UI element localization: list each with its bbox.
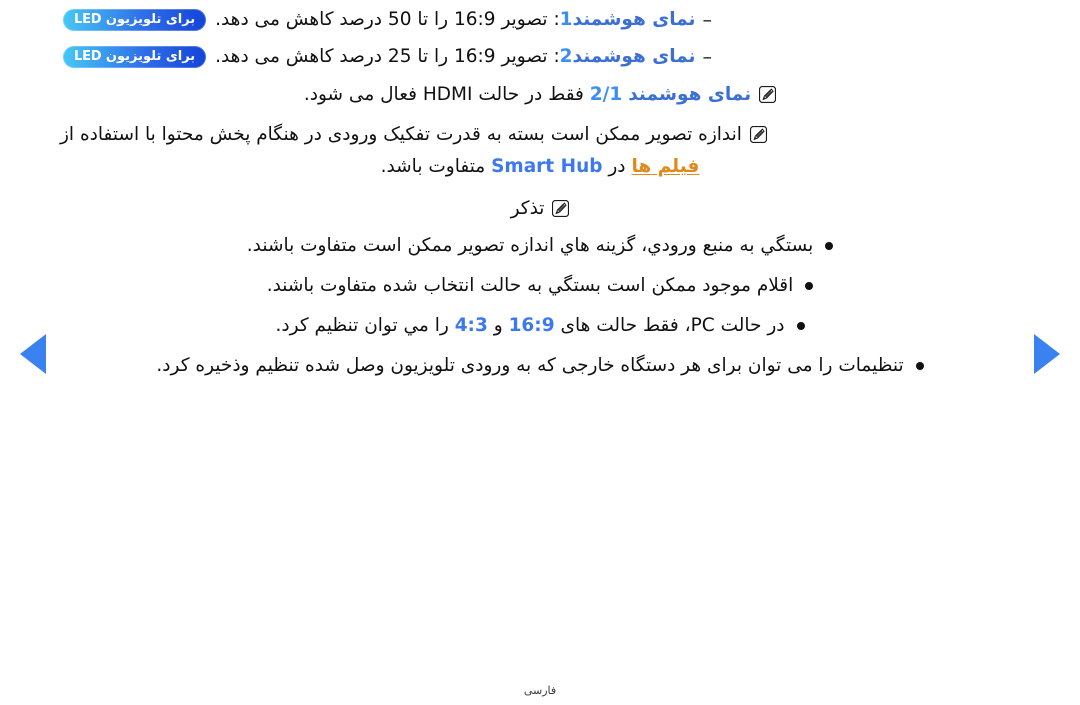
smart-view-2-percent: 25 [387, 46, 412, 67]
list-item: بستگي به منبع ورودي، گزينه هاي اندازه تص… [60, 232, 1020, 259]
resolution-note-row: اندازه تصویر ممکن است بسته به قدرت تفکیک… [60, 120, 1020, 150]
dash-marker-icon: – [702, 9, 713, 31]
smart-hub-line: فیلم ها در Smart Hub متفاوت باشد. [60, 152, 1020, 182]
footer-language-label: فارسی [523, 684, 557, 697]
next-page-arrow-icon[interactable] [1034, 334, 1060, 374]
list-item: تنظیمات را می توان برای هر دستگاه خارجی … [60, 352, 1020, 379]
note-pencil-icon [552, 200, 570, 217]
pc-conj: و [493, 315, 503, 336]
note-pencil-icon [749, 126, 767, 143]
smart-view-2-label: نمای هوشمند [572, 46, 696, 67]
bullet-text-pc-mode: در حالت PC، فقط حالت های 16:9 و 4:3 را م… [276, 312, 785, 339]
dash-marker-icon: – [702, 46, 713, 68]
smart-view-2-ratio: 16:9 [454, 46, 496, 67]
notes-bullet-list: بستگي به منبع ورودي، گزينه هاي اندازه تص… [60, 232, 1020, 379]
page-content: – نمای هوشمند1: تصویر 16:9 را تا 50 درصد… [0, 0, 1080, 392]
hdmi-note-number: 2/1 [589, 84, 623, 105]
led-tv-badge: برای تلویزیون LED [63, 9, 207, 31]
smart-hub-label: Smart Hub [491, 156, 603, 177]
smart-view-2-text: نمای هوشمند2: تصویر 16:9 را تا 25 درصد ک… [60, 43, 696, 71]
led-badge-led: LED [74, 49, 102, 64]
list-item: در حالت PC، فقط حالت های 16:9 و 4:3 را م… [60, 312, 1020, 339]
smart-view-1-text-mid: را تا [417, 9, 449, 30]
smart-view-1-row: – نمای هوشمند1: تصویر 16:9 را تا 50 درصد… [60, 6, 1020, 34]
bullet-dot-icon [796, 322, 805, 330]
smart-view-2-row: – نمای هوشمند2: تصویر 16:9 را تا 25 درصد… [60, 43, 1020, 71]
note-pencil-icon [759, 86, 777, 103]
resolution-note-text: اندازه تصویر ممکن است بسته به قدرت تفکیک… [60, 120, 742, 150]
smart-view-1-ratio: 16:9 [454, 9, 496, 30]
smart-view-1-label: نمای هوشمند [572, 9, 696, 30]
resolution-note-part-2: متفاوت باشد. [380, 156, 486, 177]
pc-text-mid: ، فقط حالت های [560, 315, 691, 336]
ratio-16-9: 16:9 [508, 315, 555, 336]
ratio-4-3: 4:3 [454, 315, 488, 336]
led-badge-led: LED [74, 12, 102, 27]
led-tv-badge: برای تلویزیون LED [63, 46, 207, 68]
pc-mode-label: PC [690, 315, 715, 336]
note-heading-row: تذکر [60, 194, 1020, 224]
smart-view-1-text-after: درصد کاهش می دهد. [215, 9, 383, 30]
list-item: اقلام موجود ممکن است بستگي به حالت انتخا… [60, 272, 1020, 299]
resolution-note-part-1: اندازه تصویر ممکن است بسته به قدرت تفکیک… [60, 124, 742, 145]
led-badge-prefix: برای تلویزیون [105, 49, 196, 64]
pc-text-before: در حالت [720, 315, 785, 336]
hdmi-note-row: نمای هوشمند 2/1 فقط در حالت HDMI فعال می… [60, 80, 1020, 110]
smart-view-1-text-before: تصویر [501, 9, 548, 30]
hdmi-note-mode: HDMI [422, 84, 473, 105]
pc-text-after: را مي توان تنظیم کرد. [275, 315, 449, 336]
smart-view-1-percent: 50 [387, 9, 412, 30]
manual-page: – نمای هوشمند1: تصویر 16:9 را تا 50 درصد… [0, 0, 1080, 705]
bullet-dot-icon [805, 282, 814, 290]
bullet-text: تنظیمات را می توان برای هر دستگاه خارجی … [156, 355, 904, 376]
hdmi-note-text-before: فقط در حالت [478, 84, 584, 105]
hdmi-note-text: نمای هوشمند 2/1 فقط در حالت HDMI فعال می… [304, 80, 751, 110]
bullet-text: اقلام موجود ممکن است بستگي به حالت انتخا… [266, 275, 794, 296]
led-badge-prefix: برای تلویزیون [105, 12, 196, 27]
hdmi-note-text-after: فعال می شود. [303, 84, 417, 105]
bullet-text: بستگي به منبع ورودي، گزينه هاي اندازه تص… [246, 235, 814, 256]
smart-view-1-number: 1 [559, 9, 573, 30]
note-heading-text: تذکر [510, 198, 545, 219]
films-link[interactable]: فیلم ها [631, 156, 699, 177]
smart-view-2-number: 2 [559, 46, 573, 67]
bullet-dot-icon [825, 242, 834, 250]
smart-view-2-text-before: تصویر [501, 46, 548, 67]
bullet-dot-icon [915, 362, 924, 370]
hdmi-note-label: نمای هوشمند [628, 84, 752, 105]
smart-view-2-text-after: درصد کاهش می دهد. [215, 46, 383, 67]
in-word: در [608, 156, 626, 177]
smart-view-2-text-mid: را تا [417, 46, 449, 67]
smart-view-1-text: نمای هوشمند1: تصویر 16:9 را تا 50 درصد ک… [60, 6, 696, 34]
prev-page-arrow-icon[interactable] [20, 334, 46, 374]
